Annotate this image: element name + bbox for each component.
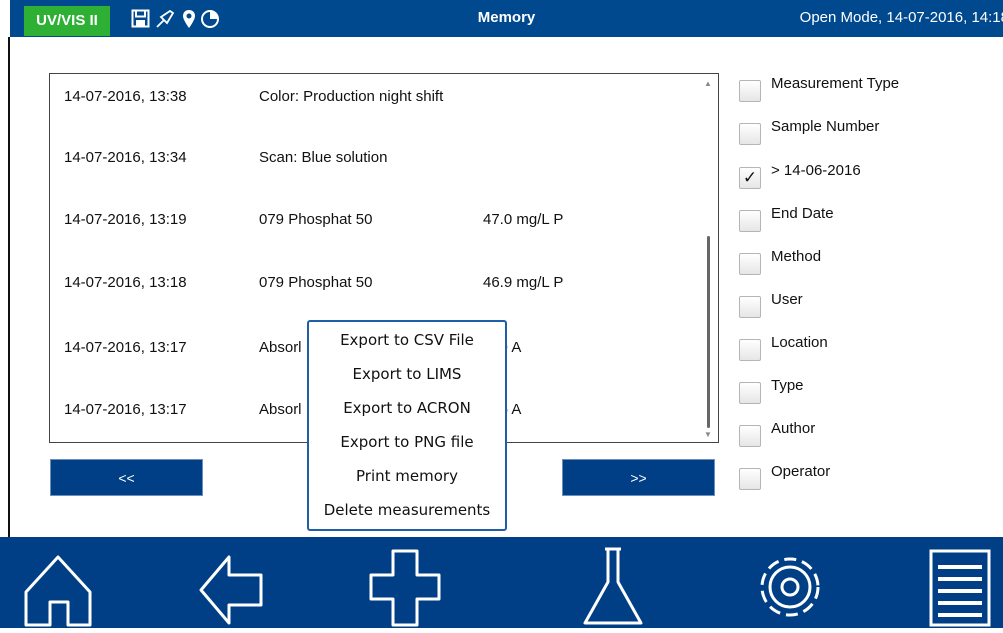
filter-label: End Date [771, 205, 834, 222]
next-page-button[interactable]: >> [562, 459, 715, 496]
filter-checkbox[interactable] [739, 339, 761, 361]
settings-icon[interactable] [745, 537, 835, 628]
list-scrollbar[interactable]: ▲ ▼ [701, 74, 717, 442]
export-context-menu: Export to CSV File Export to LIMS Export… [307, 320, 507, 531]
measurement-name: 079 Phosphat 50 [259, 274, 373, 291]
home-icon[interactable] [18, 537, 98, 628]
menu-item-export-csv[interactable]: Export to CSV File [309, 331, 505, 349]
filter-label: User [771, 291, 803, 308]
back-icon[interactable] [193, 537, 273, 628]
scroll-up-arrow-icon[interactable]: ▲ [704, 79, 712, 88]
measurement-date: 14-07-2016, 13:17 [64, 401, 187, 418]
memory-screen: UV/VIS II Memory Open Mode, 14-07-2016, … [0, 0, 1003, 628]
filter-checkbox[interactable] [739, 382, 761, 404]
measurement-name: Scan: Blue solution [259, 149, 388, 166]
filter-label: Location [771, 334, 828, 351]
status-text: Open Mode, 14-07-2016, 14:18 [799, 9, 1003, 26]
menu-item-export-png[interactable]: Export to PNG file [309, 433, 505, 451]
top-status-bar: UV/VIS II Memory Open Mode, 14-07-2016, … [10, 0, 1003, 37]
filter-checkbox[interactable] [739, 425, 761, 447]
filter-label: > 14-06-2016 [771, 162, 861, 179]
left-frame-border [0, 37, 10, 537]
measurement-date: 14-07-2016, 13:38 [64, 88, 187, 105]
measurement-name: Absorl [259, 339, 302, 356]
checkmark-icon: ✓ [742, 168, 758, 187]
filter-checkbox[interactable] [739, 123, 761, 145]
filter-label: Measurement Type [771, 75, 900, 92]
menu-item-print-memory[interactable]: Print memory [309, 467, 505, 485]
menu-item-export-lims[interactable]: Export to LIMS [309, 365, 505, 383]
plus-icon[interactable] [365, 537, 445, 628]
filter-checkbox[interactable] [739, 210, 761, 232]
flask-icon[interactable] [575, 537, 655, 628]
previous-page-button[interactable]: << [50, 459, 203, 496]
filter-label: Author [771, 420, 816, 437]
menu-icon[interactable] [925, 537, 995, 628]
scroll-down-arrow-icon[interactable]: ▼ [704, 430, 712, 439]
menu-item-export-acron[interactable]: Export to ACRON [309, 399, 505, 417]
filter-checkbox[interactable] [739, 80, 761, 102]
filter-label: Sample Number [771, 118, 880, 135]
measurement-date: 14-07-2016, 13:18 [64, 274, 187, 291]
scroll-thumb[interactable] [707, 236, 710, 428]
measurement-value: 47.0 mg/L P [483, 211, 564, 228]
measurement-name: 079 Phosphat 50 [259, 211, 373, 228]
filter-checkbox-checked[interactable]: ✓ [739, 167, 761, 189]
bottom-navigation-bar [0, 537, 1003, 628]
filter-label: Type [771, 377, 804, 394]
menu-item-delete-measurements[interactable]: Delete measurements [309, 501, 505, 519]
measurement-date: 14-07-2016, 13:19 [64, 211, 187, 228]
filter-label: Method [771, 248, 822, 265]
filter-checkbox[interactable] [739, 253, 761, 275]
measurement-date: 14-07-2016, 13:34 [64, 149, 187, 166]
measurement-name: Color: Production night shift [259, 88, 444, 105]
filter-checkbox[interactable] [739, 468, 761, 490]
filter-checkbox[interactable] [739, 296, 761, 318]
measurement-name: Absorl [259, 401, 302, 418]
filter-label: Operator [771, 463, 831, 480]
measurement-date: 14-07-2016, 13:17 [64, 339, 187, 356]
measurement-value: 46.9 mg/L P [483, 274, 564, 291]
